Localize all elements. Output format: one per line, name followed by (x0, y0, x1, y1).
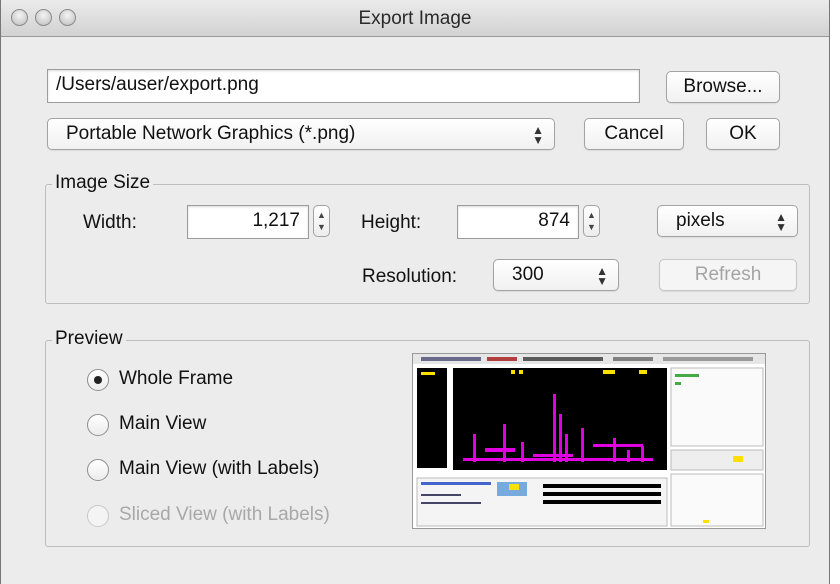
radio-unselected-icon (87, 414, 109, 436)
height-label: Height: (361, 212, 422, 233)
refresh-button[interactable]: Refresh (659, 259, 797, 291)
file-path-input[interactable]: /Users/auser/export.png (47, 69, 640, 103)
radio-selected-icon (87, 369, 109, 391)
select-arrows-icon: ▲ ▼ (532, 123, 544, 147)
preview-title: Preview (52, 328, 126, 350)
resolution-value: 300 (512, 264, 544, 285)
preview-thumbnail-graphic (413, 354, 765, 527)
radio-whole-frame[interactable]: Whole Frame (87, 367, 287, 393)
resolution-label: Resolution: (362, 266, 458, 287)
title-bar: Export Image (1, 0, 829, 37)
window-title: Export Image (358, 8, 472, 29)
radio-main-view[interactable]: Main View (87, 412, 287, 438)
image-size-title: Image Size (52, 172, 154, 194)
width-stepper[interactable]: ▲ ▼ (313, 205, 330, 237)
height-stepper[interactable]: ▲ ▼ (583, 205, 600, 237)
file-format-select[interactable]: Portable Network Graphics (*.png) ▲ ▼ (47, 118, 555, 150)
select-arrows-icon: ▲ ▼ (775, 210, 787, 234)
resolution-select[interactable]: 300 ▲ ▼ (493, 259, 619, 291)
radio-disabled-icon (87, 505, 109, 527)
height-input[interactable]: 874 (457, 205, 579, 239)
export-image-window: Export Image /Users/auser/export.png Bro… (0, 0, 830, 584)
radio-main-view-with-labels[interactable]: Main View (with Labels) (87, 457, 347, 483)
width-input[interactable]: 1,217 (187, 205, 309, 239)
radio-unselected-icon (87, 459, 109, 481)
unit-value: pixels (676, 210, 725, 231)
select-arrows-icon: ▲ ▼ (596, 264, 608, 288)
cancel-button[interactable]: Cancel (584, 118, 684, 150)
preview-thumbnail (412, 353, 766, 529)
ok-button[interactable]: OK (706, 118, 780, 150)
file-format-value: Portable Network Graphics (*.png) (66, 123, 356, 144)
unit-select[interactable]: pixels ▲ ▼ (657, 205, 798, 237)
browse-button[interactable]: Browse... (666, 71, 780, 103)
radio-sliced-view-with-labels[interactable]: Sliced View (with Labels) (87, 503, 367, 529)
width-label: Width: (83, 212, 137, 233)
